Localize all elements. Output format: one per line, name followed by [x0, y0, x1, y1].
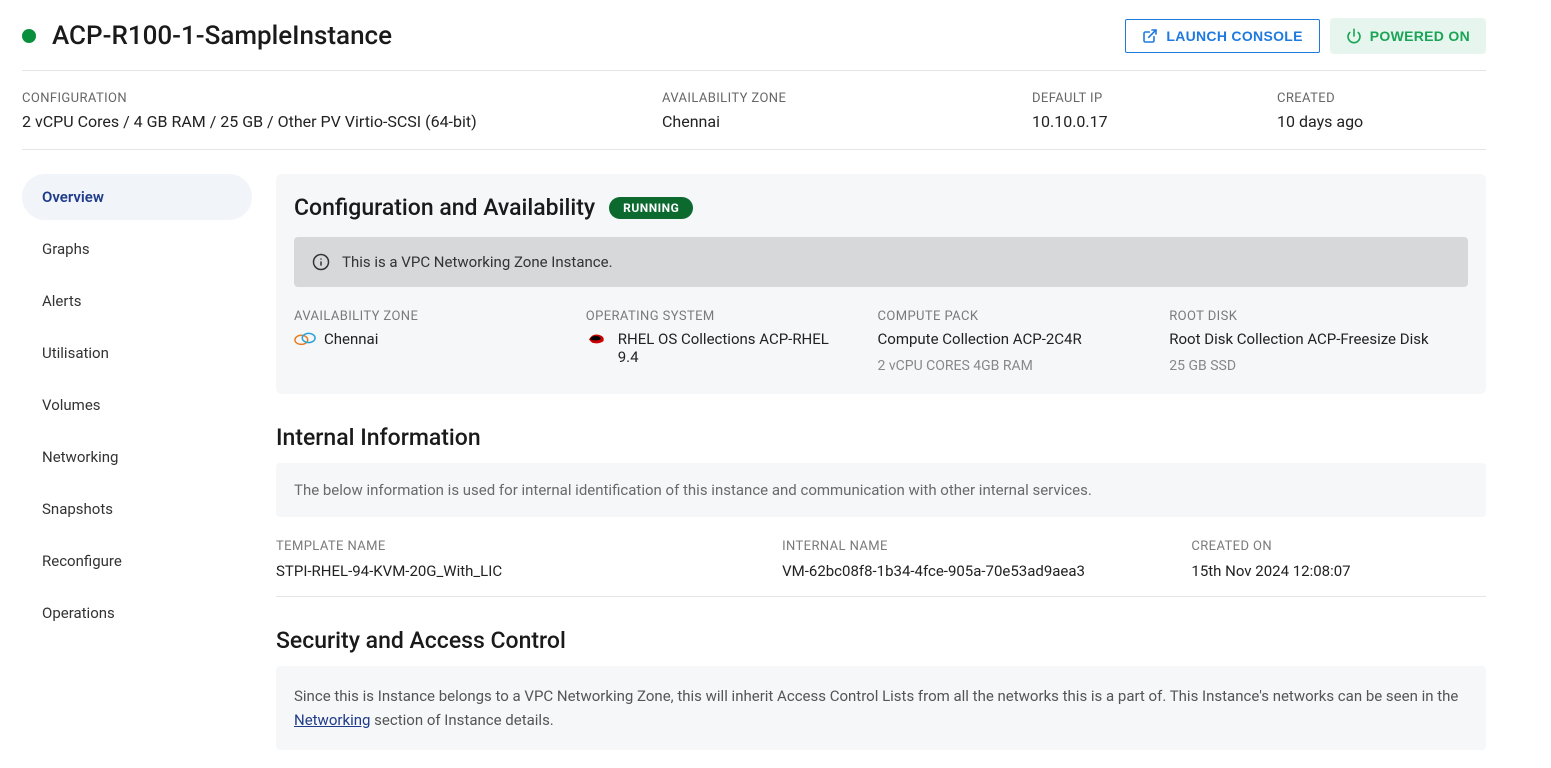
internal-created-label: CREATED ON: [1191, 539, 1506, 554]
sidebar-item-overview[interactable]: Overview: [22, 174, 252, 220]
sidebar-item-volumes[interactable]: Volumes: [22, 382, 252, 428]
security-section-title: Security and Access Control: [276, 627, 1486, 654]
config-compute-sub: 2 vCPU CORES 4GB RAM: [878, 358, 1160, 374]
config-disk-sub: 25 GB SSD: [1169, 358, 1498, 374]
cloud-icon: [294, 330, 314, 344]
sidebar-item-utilisation[interactable]: Utilisation: [22, 330, 252, 376]
config-grid: AVAILABILITY ZONE Chennai OPERATING SYST…: [294, 309, 1468, 374]
meta-created: CREATED 10 days ago: [1277, 91, 1363, 131]
sidebar-item-reconfigure[interactable]: Reconfigure: [22, 538, 252, 584]
config-section-title: Configuration and Availability: [294, 194, 595, 221]
security-section: Security and Access Control Since this i…: [276, 627, 1486, 750]
security-note-post: section of Instance details.: [370, 711, 553, 729]
config-os-cell: OPERATING SYSTEM RHEL OS Collections ACP…: [586, 309, 868, 374]
internal-template-label: TEMPLATE NAME: [276, 539, 772, 554]
meta-az-label: AVAILABILITY ZONE: [662, 91, 992, 106]
sidebar-item-networking[interactable]: Networking: [22, 434, 252, 480]
internal-template-cell: TEMPLATE NAME STPI-RHEL-94-KVM-20G_With_…: [276, 539, 772, 580]
info-icon: [312, 253, 330, 271]
status-dot-icon: [22, 29, 36, 43]
internal-name-label: INTERNAL NAME: [782, 539, 1181, 554]
config-compute-cell: COMPUTE PACK Compute Collection ACP-2C4R…: [878, 309, 1160, 374]
internal-section-title: Internal Information: [276, 424, 1486, 451]
meta-created-label: CREATED: [1277, 91, 1363, 106]
internal-info-section: Internal Information The below informati…: [276, 424, 1486, 597]
meta-az-value: Chennai: [662, 112, 992, 131]
header-row: ACP-R100-1-SampleInstance LAUNCH CONSOLE…: [22, 18, 1486, 71]
meta-config-label: CONFIGURATION: [22, 91, 622, 106]
vpc-notice-text: This is a VPC Networking Zone Instance.: [342, 253, 613, 271]
internal-name-value: VM-62bc08f8-1b34-4fce-905a-70e53ad9aea3: [782, 562, 1181, 580]
config-az-cell: AVAILABILITY ZONE Chennai: [294, 309, 576, 374]
meta-configuration: CONFIGURATION 2 vCPU Cores / 4 GB RAM / …: [22, 91, 622, 131]
launch-console-button[interactable]: LAUNCH CONSOLE: [1125, 19, 1319, 53]
config-title-row: Configuration and Availability RUNNING: [294, 194, 1468, 221]
internal-grid: TEMPLATE NAME STPI-RHEL-94-KVM-20G_With_…: [276, 539, 1486, 597]
power-icon: [1346, 28, 1362, 44]
internal-created-value: 15th Nov 2024 12:08:07: [1191, 562, 1506, 580]
launch-console-label: LAUNCH CONSOLE: [1166, 28, 1302, 44]
security-note: Since this is Instance belongs to a VPC …: [276, 666, 1486, 750]
config-disk-cell: ROOT DISK Root Disk Collection ACP-Frees…: [1169, 309, 1498, 374]
config-os-value: RHEL OS Collections ACP-RHEL 9.4: [618, 330, 848, 366]
sidebar-item-snapshots[interactable]: Snapshots: [22, 486, 252, 532]
external-link-icon: [1142, 28, 1158, 44]
instance-title: ACP-R100-1-SampleInstance: [52, 21, 392, 51]
vpc-notice: This is a VPC Networking Zone Instance.: [294, 237, 1468, 287]
config-compute-label: COMPUTE PACK: [878, 309, 1160, 324]
config-disk-label: ROOT DISK: [1169, 309, 1498, 324]
sidebar: Overview Graphs Alerts Utilisation Volum…: [22, 174, 252, 750]
meta-default-ip: DEFAULT IP 10.10.0.17: [1032, 91, 1237, 131]
meta-config-value: 2 vCPU Cores / 4 GB RAM / 25 GB / Other …: [22, 112, 622, 131]
sidebar-item-operations[interactable]: Operations: [22, 590, 252, 636]
rhel-icon: [586, 330, 608, 346]
meta-created-value: 10 days ago: [1277, 112, 1363, 131]
networking-link[interactable]: Networking: [294, 711, 370, 729]
header-actions: LAUNCH CONSOLE POWERED ON: [1125, 18, 1486, 54]
config-az-value: Chennai: [324, 330, 378, 348]
meta-ip-value: 10.10.0.17: [1032, 112, 1237, 131]
config-az-label: AVAILABILITY ZONE: [294, 309, 576, 324]
powered-on-button[interactable]: POWERED ON: [1330, 18, 1486, 54]
internal-info-note: The below information is used for intern…: [276, 463, 1486, 517]
config-panel: Configuration and Availability RUNNING T…: [276, 174, 1486, 394]
internal-name-cell: INTERNAL NAME VM-62bc08f8-1b34-4fce-905a…: [782, 539, 1181, 580]
config-os-label: OPERATING SYSTEM: [586, 309, 868, 324]
internal-created-cell: CREATED ON 15th Nov 2024 12:08:07: [1191, 539, 1506, 580]
meta-row: CONFIGURATION 2 vCPU Cores / 4 GB RAM / …: [22, 71, 1486, 150]
sidebar-item-graphs[interactable]: Graphs: [22, 226, 252, 272]
powered-on-label: POWERED ON: [1370, 28, 1470, 44]
sidebar-item-alerts[interactable]: Alerts: [22, 278, 252, 324]
meta-ip-label: DEFAULT IP: [1032, 91, 1237, 106]
meta-availability-zone: AVAILABILITY ZONE Chennai: [662, 91, 992, 131]
config-disk-value: Root Disk Collection ACP-Freesize Disk: [1169, 330, 1498, 348]
running-badge: RUNNING: [609, 197, 693, 219]
title-group: ACP-R100-1-SampleInstance: [22, 21, 392, 51]
config-compute-value: Compute Collection ACP-2C4R: [878, 330, 1160, 348]
internal-template-value: STPI-RHEL-94-KVM-20G_With_LIC: [276, 562, 772, 580]
security-note-pre: Since this is Instance belongs to a VPC …: [294, 687, 1458, 705]
content: Configuration and Availability RUNNING T…: [276, 174, 1486, 750]
